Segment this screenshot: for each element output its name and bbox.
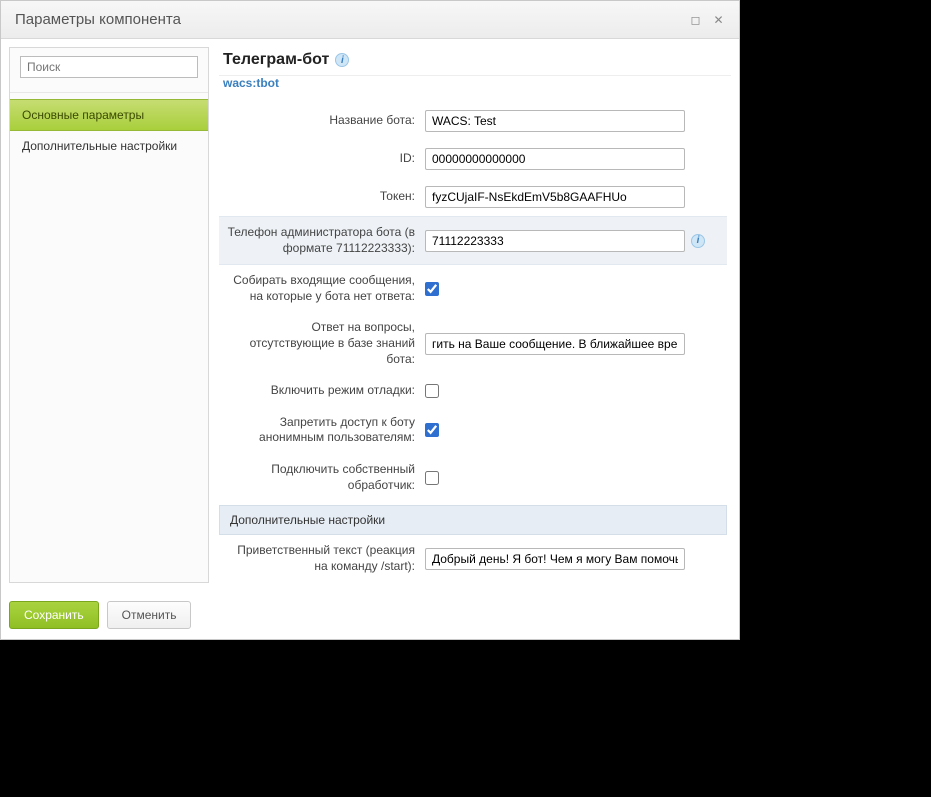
row-deny-anonymous: Запретить доступ к боту анонимным пользо…	[219, 407, 727, 454]
label-collect-unanswered: Собирать входящие сообщения, на которые …	[225, 273, 415, 304]
row-token: Токен:	[219, 178, 727, 216]
checkbox-deny-anonymous[interactable]	[425, 423, 439, 437]
row-debug-mode: Включить режим отладки:	[219, 375, 727, 407]
input-admin-phone[interactable]	[425, 230, 685, 252]
component-code: wacs:tbot	[219, 76, 731, 96]
info-icon[interactable]: i	[691, 234, 705, 248]
row-bot-name: Название бота:	[219, 102, 727, 140]
input-bot-name[interactable]	[425, 110, 685, 132]
titlebar: Параметры компонента ◻ ✕	[1, 1, 739, 39]
row-custom-handler: Подключить собственный обработчик:	[219, 454, 727, 501]
label-custom-handler: Подключить собственный обработчик:	[225, 462, 415, 493]
input-bot-id[interactable]	[425, 148, 685, 170]
component-title: Телеграм-бот	[223, 51, 329, 69]
dialog-body: Основные параметры Дополнительные настро…	[1, 39, 739, 591]
label-debug-mode: Включить режим отладки:	[225, 383, 415, 399]
dialog-footer: Сохранить Отменить	[1, 591, 739, 639]
search-input[interactable]	[20, 56, 198, 78]
row-bot-id: ID:	[219, 140, 727, 178]
save-button[interactable]: Сохранить	[9, 601, 99, 629]
window-title: Параметры компонента	[15, 11, 181, 28]
content-header: Телеграм-бот i	[219, 47, 731, 76]
row-collect-unanswered: Собирать входящие сообщения, на которые …	[219, 265, 727, 312]
sidebar-item-additional[interactable]: Дополнительные настройки	[10, 131, 208, 161]
checkbox-custom-handler[interactable]	[425, 471, 439, 485]
label-fallback-answer: Ответ на вопросы, отсутствующие в базе з…	[225, 320, 415, 367]
input-welcome-text[interactable]	[425, 548, 685, 570]
label-bot-id: ID:	[225, 151, 415, 167]
close-icon[interactable]: ✕	[712, 13, 725, 26]
sidebar-search-wrap	[10, 48, 208, 93]
input-token[interactable]	[425, 186, 685, 208]
sidebar-nav: Основные параметры Дополнительные настро…	[10, 93, 208, 161]
label-bot-name: Название бота:	[225, 113, 415, 129]
label-admin-phone: Телефон администратора бота (в формате 7…	[225, 225, 415, 256]
input-fallback-answer[interactable]	[425, 333, 685, 355]
sidebar-item-main[interactable]: Основные параметры	[10, 99, 208, 131]
row-welcome-text: Приветственный текст (реакция на команду…	[219, 535, 727, 582]
info-icon[interactable]: i	[335, 53, 349, 67]
section-additional-settings[interactable]: Дополнительные настройки	[219, 505, 727, 535]
maximize-icon[interactable]: ◻	[689, 13, 702, 26]
label-deny-anonymous: Запретить доступ к боту анонимным пользо…	[225, 415, 415, 446]
label-welcome-text: Приветственный текст (реакция на команду…	[225, 543, 415, 574]
content-area: Телеграм-бот i wacs:tbot Название бота: …	[209, 47, 731, 583]
row-admin-phone: Телефон администратора бота (в формате 7…	[219, 216, 727, 265]
checkbox-debug-mode[interactable]	[425, 384, 439, 398]
label-token: Токен:	[225, 189, 415, 205]
row-fallback-answer: Ответ на вопросы, отсутствующие в базе з…	[219, 312, 727, 375]
form-scroll[interactable]: Название бота: ID: Токен: Телефон админи…	[219, 96, 731, 583]
checkbox-collect-unanswered[interactable]	[425, 282, 439, 296]
dialog-window: Параметры компонента ◻ ✕ Основные параме…	[0, 0, 740, 640]
cancel-button[interactable]: Отменить	[107, 601, 192, 629]
sidebar: Основные параметры Дополнительные настро…	[9, 47, 209, 583]
